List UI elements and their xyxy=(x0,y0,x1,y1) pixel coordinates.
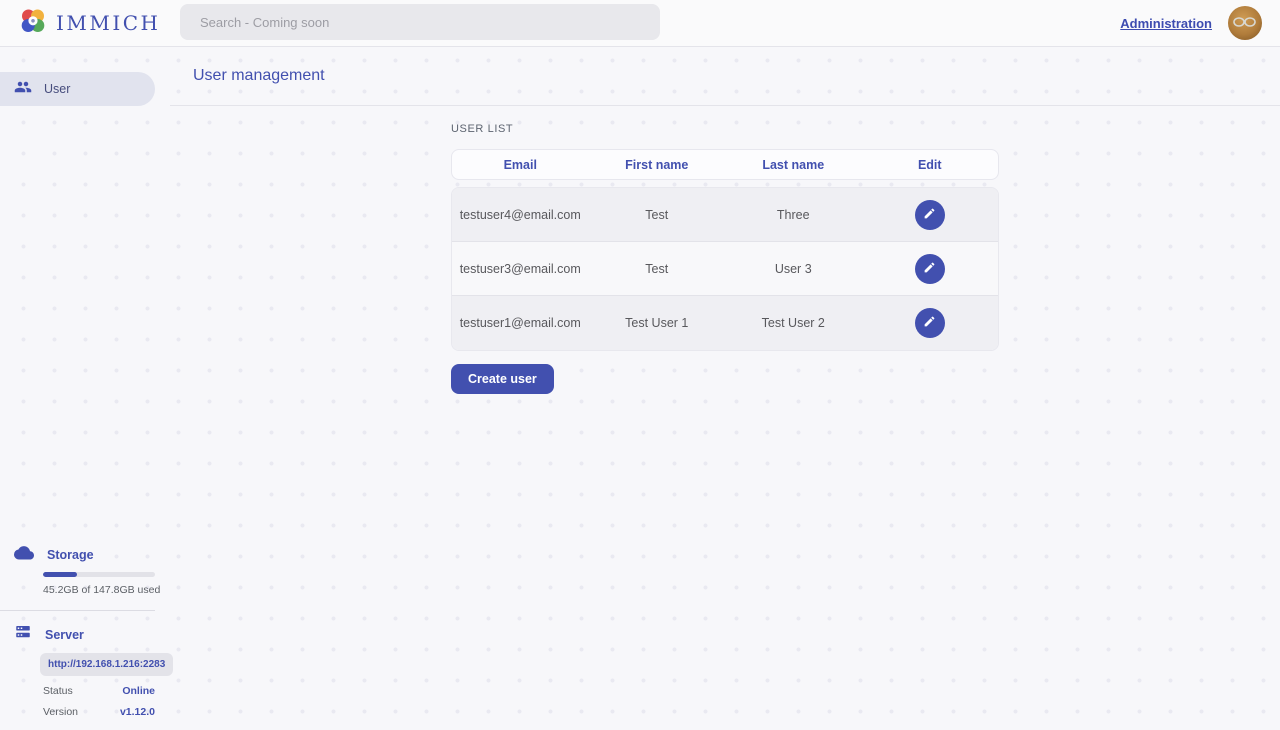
sidebar-item-user-label: User xyxy=(44,82,70,96)
page-header: User management xyxy=(170,47,1280,106)
server-version-row: Version v1.12.0 xyxy=(43,706,155,718)
edit-user-button[interactable] xyxy=(915,254,945,284)
server-version-value: v1.12.0 xyxy=(120,706,155,718)
cloud-icon xyxy=(14,544,34,565)
sidebar: User Storage 45.2GB of 147.8GB used xyxy=(0,47,170,730)
user-table-header: Email First name Last name Edit xyxy=(451,149,999,180)
table-row: testuser3@email.com Test User 3 xyxy=(452,242,998,296)
pencil-icon xyxy=(923,315,936,331)
sidebar-item-user[interactable]: User xyxy=(0,72,155,106)
administration-link[interactable]: Administration xyxy=(1120,16,1212,31)
main-area: User management USER LIST Email First na… xyxy=(170,47,1280,730)
cell-first-name: Test xyxy=(589,208,726,222)
app-logo[interactable]: IMMICH xyxy=(0,6,161,41)
cell-first-name: Test xyxy=(589,262,726,276)
storage-progress-fill xyxy=(43,572,77,577)
search-bar[interactable] xyxy=(180,4,660,40)
user-table: testuser4@email.com Test Three testuser3… xyxy=(451,187,999,351)
cell-email: testuser3@email.com xyxy=(452,262,589,276)
storage-usage-text: 45.2GB of 147.8GB used xyxy=(43,584,170,596)
server-icon xyxy=(14,624,32,645)
server-title: Server xyxy=(45,628,84,642)
column-header-email: Email xyxy=(452,158,589,172)
edit-user-button[interactable] xyxy=(915,308,945,338)
cell-first-name: Test User 1 xyxy=(589,316,726,330)
server-status-value: Online xyxy=(122,685,155,697)
table-row: testuser4@email.com Test Three xyxy=(452,188,998,242)
pencil-icon xyxy=(923,261,936,277)
cell-last-name: Three xyxy=(725,208,862,222)
user-avatar[interactable] xyxy=(1228,6,1262,40)
top-navbar: IMMICH Administration xyxy=(0,0,1280,47)
sidebar-divider xyxy=(0,610,155,611)
cell-email: testuser1@email.com xyxy=(452,316,589,330)
cell-email: testuser4@email.com xyxy=(452,208,589,222)
column-header-first-name: First name xyxy=(589,158,726,172)
cell-last-name: Test User 2 xyxy=(725,316,862,330)
table-row: testuser1@email.com Test User 1 Test Use… xyxy=(452,296,998,350)
immich-flower-icon xyxy=(18,6,48,41)
users-icon xyxy=(14,78,32,101)
create-user-button[interactable]: Create user xyxy=(451,364,554,394)
search-input[interactable] xyxy=(180,4,660,40)
pencil-icon xyxy=(923,207,936,223)
edit-user-button[interactable] xyxy=(915,200,945,230)
cell-last-name: User 3 xyxy=(725,262,862,276)
server-url-badge: http://192.168.1.216:2283 xyxy=(40,653,173,676)
app-title: IMMICH xyxy=(56,11,161,35)
sidebar-footer: Storage 45.2GB of 147.8GB used Server ht… xyxy=(0,544,170,730)
column-header-edit: Edit xyxy=(862,158,999,172)
glasses-icon xyxy=(1233,17,1257,27)
storage-progress-bar xyxy=(43,572,155,577)
server-status-row: Status Online xyxy=(43,685,155,697)
server-version-label: Version xyxy=(43,706,78,718)
server-status-label: Status xyxy=(43,685,73,697)
page-title: User management xyxy=(193,67,325,85)
storage-title: Storage xyxy=(47,548,94,562)
user-list-label: USER LIST xyxy=(451,123,999,135)
column-header-last-name: Last name xyxy=(725,158,862,172)
